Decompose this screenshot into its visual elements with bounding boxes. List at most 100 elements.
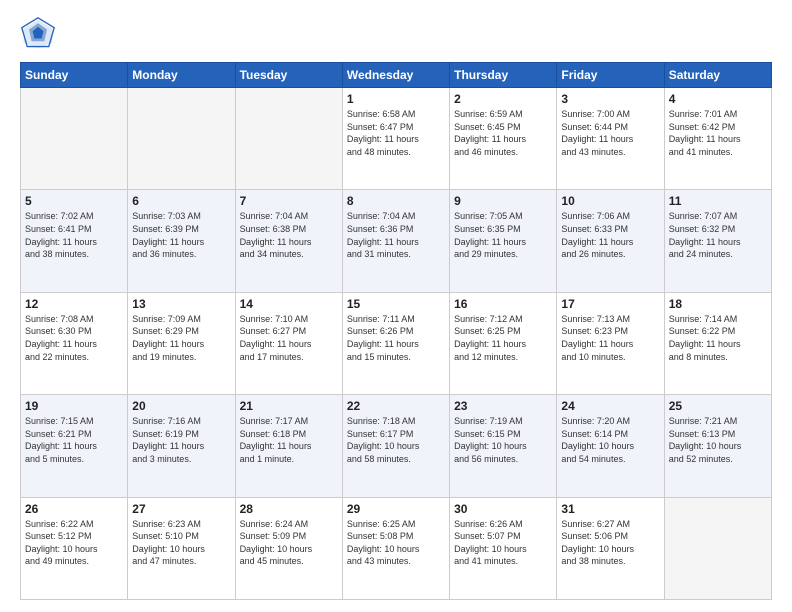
day-info: Sunrise: 7:19 AM Sunset: 6:15 PM Dayligh… (454, 416, 527, 464)
table-row: 11 Sunrise: 7:07 AM Sunset: 6:32 PM Dayli… (664, 190, 771, 292)
day-info: Sunrise: 7:04 AM Sunset: 6:36 PM Dayligh… (347, 211, 419, 259)
table-row: 30 Sunrise: 6:26 AM Sunset: 5:07 PM Dayli… (450, 497, 557, 599)
day-info: Sunrise: 7:04 AM Sunset: 6:38 PM Dayligh… (240, 211, 312, 259)
calendar-week-row: 26 Sunrise: 6:22 AM Sunset: 5:12 PM Dayli… (21, 497, 772, 599)
table-row: 8 Sunrise: 7:04 AM Sunset: 6:36 PM Daylig… (342, 190, 449, 292)
table-row: 13 Sunrise: 7:09 AM Sunset: 6:29 PM Dayli… (128, 292, 235, 394)
table-row: 1 Sunrise: 6:58 AM Sunset: 6:47 PM Daylig… (342, 88, 449, 190)
table-row: 27 Sunrise: 6:23 AM Sunset: 5:10 PM Dayli… (128, 497, 235, 599)
day-info: Sunrise: 6:25 AM Sunset: 5:08 PM Dayligh… (347, 519, 420, 567)
logo-icon (20, 16, 56, 52)
table-row: 17 Sunrise: 7:13 AM Sunset: 6:23 PM Dayli… (557, 292, 664, 394)
day-info: Sunrise: 7:02 AM Sunset: 6:41 PM Dayligh… (25, 211, 97, 259)
page: Sunday Monday Tuesday Wednesday Thursday… (0, 0, 792, 612)
day-number: 31 (561, 502, 659, 516)
table-row (664, 497, 771, 599)
day-info: Sunrise: 7:15 AM Sunset: 6:21 PM Dayligh… (25, 416, 97, 464)
col-sunday: Sunday (21, 63, 128, 88)
day-number: 29 (347, 502, 445, 516)
day-number: 27 (132, 502, 230, 516)
day-number: 5 (25, 194, 123, 208)
col-thursday: Thursday (450, 63, 557, 88)
table-row (235, 88, 342, 190)
day-number: 1 (347, 92, 445, 106)
day-info: Sunrise: 7:21 AM Sunset: 6:13 PM Dayligh… (669, 416, 742, 464)
calendar-week-row: 5 Sunrise: 7:02 AM Sunset: 6:41 PM Daylig… (21, 190, 772, 292)
day-info: Sunrise: 7:17 AM Sunset: 6:18 PM Dayligh… (240, 416, 312, 464)
day-number: 20 (132, 399, 230, 413)
day-info: Sunrise: 6:24 AM Sunset: 5:09 PM Dayligh… (240, 519, 313, 567)
table-row: 9Sunrise: 7:05 AM Sunset: 6:35 PM Daylig… (450, 190, 557, 292)
table-row (128, 88, 235, 190)
table-row: 5 Sunrise: 7:02 AM Sunset: 6:41 PM Daylig… (21, 190, 128, 292)
table-row: 2 Sunrise: 6:59 AM Sunset: 6:45 PM Daylig… (450, 88, 557, 190)
table-row: 24Sunrise: 7:20 AM Sunset: 6:14 PM Dayli… (557, 395, 664, 497)
day-number: 6 (132, 194, 230, 208)
day-number: 28 (240, 502, 338, 516)
day-info: Sunrise: 7:10 AM Sunset: 6:27 PM Dayligh… (240, 314, 312, 362)
day-info: Sunrise: 6:22 AM Sunset: 5:12 PM Dayligh… (25, 519, 98, 567)
col-tuesday: Tuesday (235, 63, 342, 88)
day-info: Sunrise: 7:14 AM Sunset: 6:22 PM Dayligh… (669, 314, 741, 362)
table-row: 31 Sunrise: 6:27 AM Sunset: 5:06 PM Dayli… (557, 497, 664, 599)
header (20, 16, 772, 52)
day-number: 3 (561, 92, 659, 106)
day-number: 11 (669, 194, 767, 208)
day-info: Sunrise: 6:27 AM Sunset: 5:06 PM Dayligh… (561, 519, 634, 567)
table-row: 26 Sunrise: 6:22 AM Sunset: 5:12 PM Dayli… (21, 497, 128, 599)
day-info: Sunrise: 6:58 AM Sunset: 6:47 PM Dayligh… (347, 109, 419, 157)
day-info: Sunrise: 6:26 AM Sunset: 5:07 PM Dayligh… (454, 519, 527, 567)
day-info: Sunrise: 7:07 AM Sunset: 6:32 PM Dayligh… (669, 211, 741, 259)
calendar-week-row: 12 Sunrise: 7:08 AM Sunset: 6:30 PM Dayli… (21, 292, 772, 394)
table-row: 18 Sunrise: 7:14 AM Sunset: 6:22 PM Dayli… (664, 292, 771, 394)
day-number: 16 (454, 297, 552, 311)
day-info: Sunrise: 7:16 AM Sunset: 6:19 PM Dayligh… (132, 416, 204, 464)
table-row: 19 Sunrise: 7:15 AM Sunset: 6:21 PM Dayli… (21, 395, 128, 497)
logo (20, 16, 62, 52)
table-row: 6 Sunrise: 7:03 AM Sunset: 6:39 PM Daylig… (128, 190, 235, 292)
day-number: 26 (25, 502, 123, 516)
day-number: 24 (561, 399, 659, 413)
day-number: 21 (240, 399, 338, 413)
day-number: 12 (25, 297, 123, 311)
day-info: Sunrise: 7:13 AM Sunset: 6:23 PM Dayligh… (561, 314, 633, 362)
day-number: 4 (669, 92, 767, 106)
table-row: 25 Sunrise: 7:21 AM Sunset: 6:13 PM Dayli… (664, 395, 771, 497)
day-number: 15 (347, 297, 445, 311)
col-monday: Monday (128, 63, 235, 88)
col-saturday: Saturday (664, 63, 771, 88)
day-info: Sunrise: 7:08 AM Sunset: 6:30 PM Dayligh… (25, 314, 97, 362)
day-number: 13 (132, 297, 230, 311)
day-info: Sunrise: 7:00 AM Sunset: 6:44 PM Dayligh… (561, 109, 633, 157)
col-wednesday: Wednesday (342, 63, 449, 88)
table-row: 15 Sunrise: 7:11 AM Sunset: 6:26 PM Dayli… (342, 292, 449, 394)
day-number: 18 (669, 297, 767, 311)
table-row (21, 88, 128, 190)
day-info: Sunrise: 7:09 AM Sunset: 6:29 PM Dayligh… (132, 314, 204, 362)
day-number: 9 (454, 194, 552, 208)
day-number: 30 (454, 502, 552, 516)
table-row: 12 Sunrise: 7:08 AM Sunset: 6:30 PM Dayli… (21, 292, 128, 394)
table-row: 16 Sunrise: 7:12 AM Sunset: 6:25 PM Dayli… (450, 292, 557, 394)
day-info: Sunrise: 7:11 AM Sunset: 6:26 PM Dayligh… (347, 314, 419, 362)
table-row: 4 Sunrise: 7:01 AM Sunset: 6:42 PM Daylig… (664, 88, 771, 190)
day-info: Sunrise: 7:03 AM Sunset: 6:39 PM Dayligh… (132, 211, 204, 259)
day-info: Sunrise: 7:06 AM Sunset: 6:33 PM Dayligh… (561, 211, 633, 259)
table-row: 7 Sunrise: 7:04 AM Sunset: 6:38 PM Daylig… (235, 190, 342, 292)
day-number: 23 (454, 399, 552, 413)
day-info: Sunrise: 6:59 AM Sunset: 6:45 PM Dayligh… (454, 109, 526, 157)
day-number: 17 (561, 297, 659, 311)
day-number: 2 (454, 92, 552, 106)
day-info: Sunrise: 6:23 AM Sunset: 5:10 PM Dayligh… (132, 519, 205, 567)
day-number: 10 (561, 194, 659, 208)
day-number: 8 (347, 194, 445, 208)
table-row: 10 Sunrise: 7:06 AM Sunset: 6:33 PM Dayli… (557, 190, 664, 292)
day-number: 25 (669, 399, 767, 413)
day-number: 19 (25, 399, 123, 413)
day-number: 7 (240, 194, 338, 208)
table-row: 29 Sunrise: 6:25 AM Sunset: 5:08 PM Dayli… (342, 497, 449, 599)
calendar-header-row: Sunday Monday Tuesday Wednesday Thursday… (21, 63, 772, 88)
day-info: Sunrise: 7:12 AM Sunset: 6:25 PM Dayligh… (454, 314, 526, 362)
day-info: Sunrise: 7:01 AM Sunset: 6:42 PM Dayligh… (669, 109, 741, 157)
table-row: 23 Sunrise: 7:19 AM Sunset: 6:15 PM Dayli… (450, 395, 557, 497)
